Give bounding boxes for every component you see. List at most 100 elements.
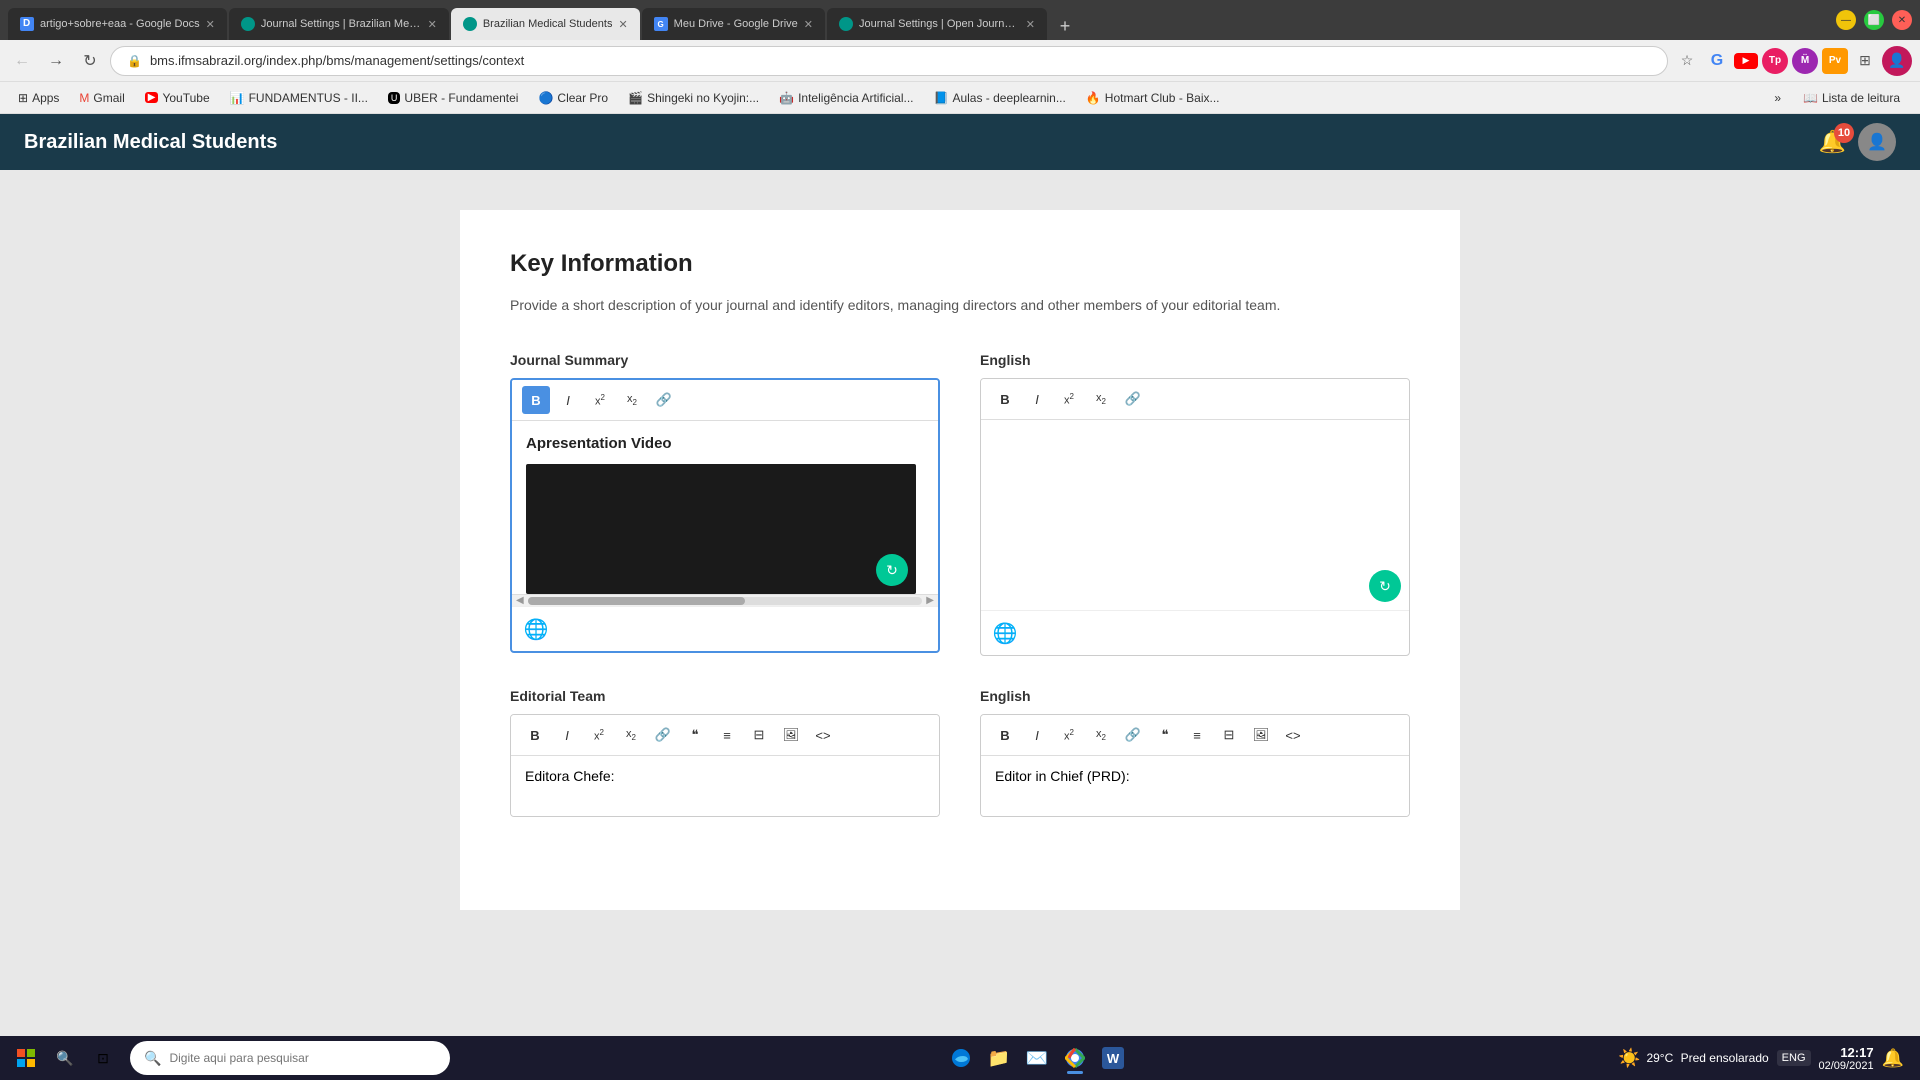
notification-center-icon[interactable]: 🔔 — [1882, 1048, 1904, 1069]
youtube-icon[interactable]: ▶ — [1734, 53, 1758, 69]
bookmark-apps[interactable]: ⊞ Apps — [10, 88, 67, 108]
bookmark-apps-label: Apps — [32, 91, 59, 105]
tab-2-close[interactable]: ✕ — [422, 18, 437, 31]
en-bullet[interactable]: ≡ — [1183, 721, 1211, 749]
bookmark-ai[interactable]: 🤖 Inteligência Artificial... — [771, 88, 921, 108]
bookmarks-overflow-button[interactable]: » — [1766, 88, 1789, 108]
address-bar[interactable]: 🔒 bms.ifmsabrazil.org/index.php/bms/mana… — [110, 46, 1668, 76]
scroll-right[interactable]: ▶ — [926, 595, 934, 606]
bookmark-aulas[interactable]: 📘 Aulas - deeplearnin... — [925, 88, 1073, 108]
link-button-english[interactable]: 🔗 — [1119, 385, 1147, 413]
en-quote[interactable]: ❝ — [1151, 721, 1179, 749]
journal-summary-body[interactable]: Apresentation Video ↻ — [512, 421, 938, 594]
clock-time: 12:17 — [1819, 1045, 1874, 1060]
superscript-button-summary[interactable]: x2 — [586, 386, 614, 414]
globe-icon-summary[interactable]: 🌐 — [522, 615, 550, 643]
tab-1[interactable]: D artigo+sobre+eaa - Google Docs ✕ — [8, 8, 227, 40]
subscript-button-summary[interactable]: x2 — [618, 386, 646, 414]
en-link[interactable]: 🔗 — [1119, 721, 1147, 749]
tab-5-close[interactable]: ✕ — [1020, 18, 1035, 31]
en-sup[interactable]: x2 — [1055, 721, 1083, 749]
english-editorial-body[interactable]: Editor in Chief (PRD): — [981, 756, 1409, 816]
back-button[interactable]: ← — [8, 47, 36, 75]
pv-icon[interactable]: Pv — [1822, 48, 1848, 74]
edit-image[interactable]: 🖼 — [777, 721, 805, 749]
search-bar[interactable]: 🔍 — [130, 1041, 450, 1075]
bookmark-star-icon[interactable]: ☆ — [1674, 48, 1700, 74]
edit-sub[interactable]: x2 — [617, 721, 645, 749]
taskbar-word[interactable]: W — [1095, 1040, 1131, 1076]
tab-4[interactable]: G Meu Drive - Google Drive ✕ — [642, 8, 825, 40]
english-summary-body[interactable]: ↻ — [981, 420, 1409, 610]
taskbar-chrome[interactable] — [1057, 1040, 1093, 1076]
bold-button-english[interactable]: B — [991, 385, 1019, 413]
main-scroll[interactable]: Key Information Provide a short descript… — [0, 170, 1920, 1036]
extensions-icon[interactable]: ⊞ — [1852, 48, 1878, 74]
italic-button-english[interactable]: I — [1023, 385, 1051, 413]
clock[interactable]: 12:17 02/09/2021 — [1819, 1045, 1874, 1072]
user-avatar[interactable]: 👤 — [1858, 123, 1896, 161]
bookmark-uber[interactable]: U UBER - Fundamentei — [380, 88, 527, 108]
en-image[interactable]: 🖼 — [1247, 721, 1275, 749]
g-logo-icon[interactable]: G — [1704, 48, 1730, 74]
tab-3-close[interactable]: ✕ — [612, 18, 627, 31]
en-italic[interactable]: I — [1023, 721, 1051, 749]
superscript-button-english[interactable]: x2 — [1055, 385, 1083, 413]
tab-1-close[interactable]: ✕ — [200, 18, 215, 31]
english-editorial-content: Editor in Chief (PRD): — [995, 768, 1130, 784]
edit-bold[interactable]: B — [521, 721, 549, 749]
close-button[interactable]: ✕ — [1892, 10, 1912, 30]
bookmark-hotmart[interactable]: 🔥 Hotmart Club - Baix... — [1078, 88, 1228, 108]
bookmark-shingeki[interactable]: 🎬 Shingeki no Kyojin:... — [620, 88, 767, 108]
edit-bullet[interactable]: ≡ — [713, 721, 741, 749]
new-tab-button[interactable]: + — [1049, 12, 1081, 40]
link-button-summary[interactable]: 🔗 — [650, 386, 678, 414]
editorial-team-body[interactable]: Editora Chefe: — [511, 756, 939, 816]
tab-4-close[interactable]: ✕ — [798, 18, 813, 31]
youtube-bm-icon: ▶ — [145, 92, 159, 103]
edit-sup[interactable]: x2 — [585, 721, 613, 749]
en-numbered[interactable]: ⊟ — [1215, 721, 1243, 749]
en-sub[interactable]: x2 — [1087, 721, 1115, 749]
forward-button[interactable]: → — [42, 47, 70, 75]
globe-icon-english[interactable]: 🌐 — [991, 619, 1019, 647]
edit-italic[interactable]: I — [553, 721, 581, 749]
tab-3[interactable]: Brazilian Medical Students ✕ — [451, 8, 640, 40]
tab-2[interactable]: Journal Settings | Brazilian Medi... ✕ — [229, 8, 449, 40]
en-bold[interactable]: B — [991, 721, 1019, 749]
edit-numbered[interactable]: ⊟ — [745, 721, 773, 749]
bookmark-gmail[interactable]: M Gmail — [71, 88, 132, 108]
scroll-left[interactable]: ◀ — [516, 595, 524, 606]
en-code[interactable]: <> — [1279, 721, 1307, 749]
scrollbar-track[interactable] — [528, 597, 923, 605]
task-view-button[interactable]: ⊡ — [86, 1041, 120, 1075]
tab-5[interactable]: Journal Settings | Open Journal S... ✕ — [827, 8, 1047, 40]
search-input-task[interactable] — [169, 1051, 436, 1065]
weather-widget[interactable]: ☀️ 29°C Pred ensolarado — [1618, 1048, 1769, 1069]
search-taskbar-button[interactable]: 🔍 — [48, 1041, 82, 1075]
mp-icon[interactable]: M̈ — [1792, 48, 1818, 74]
taskbar-mail[interactable]: ✉️ — [1019, 1040, 1055, 1076]
taskbar-explorer[interactable]: 📁 — [981, 1040, 1017, 1076]
bold-button-summary[interactable]: B — [522, 386, 550, 414]
reading-list-button[interactable]: 📖 Lista de leitura — [1793, 88, 1910, 108]
bookmark-clear[interactable]: 🔵 Clear Pro — [530, 88, 616, 108]
horizontal-scrollbar[interactable]: ◀ ▶ — [512, 594, 938, 606]
tp-icon[interactable]: Tp — [1762, 48, 1788, 74]
bookmark-fundamentus[interactable]: 📊 FUNDAMENTUS - II... — [222, 88, 376, 108]
edit-code[interactable]: <> — [809, 721, 837, 749]
bookmark-youtube[interactable]: ▶ YouTube — [137, 88, 218, 108]
notification-bell[interactable]: 🔔 10 — [1819, 129, 1846, 155]
maximize-button[interactable]: ⬜ — [1864, 10, 1884, 30]
italic-button-summary[interactable]: I — [554, 386, 582, 414]
start-button[interactable] — [8, 1040, 44, 1076]
taskbar-edge[interactable] — [943, 1040, 979, 1076]
edit-quote[interactable]: ❝ — [681, 721, 709, 749]
english-summary-footer: 🌐 — [981, 610, 1409, 655]
subscript-button-english[interactable]: x2 — [1087, 385, 1115, 413]
reload-button[interactable]: ↻ — [76, 47, 104, 75]
minimize-button[interactable]: — — [1836, 10, 1856, 30]
profile-icon[interactable]: 👤 — [1882, 46, 1912, 76]
language-indicator[interactable]: ENG — [1777, 1050, 1811, 1066]
edit-link[interactable]: 🔗 — [649, 721, 677, 749]
